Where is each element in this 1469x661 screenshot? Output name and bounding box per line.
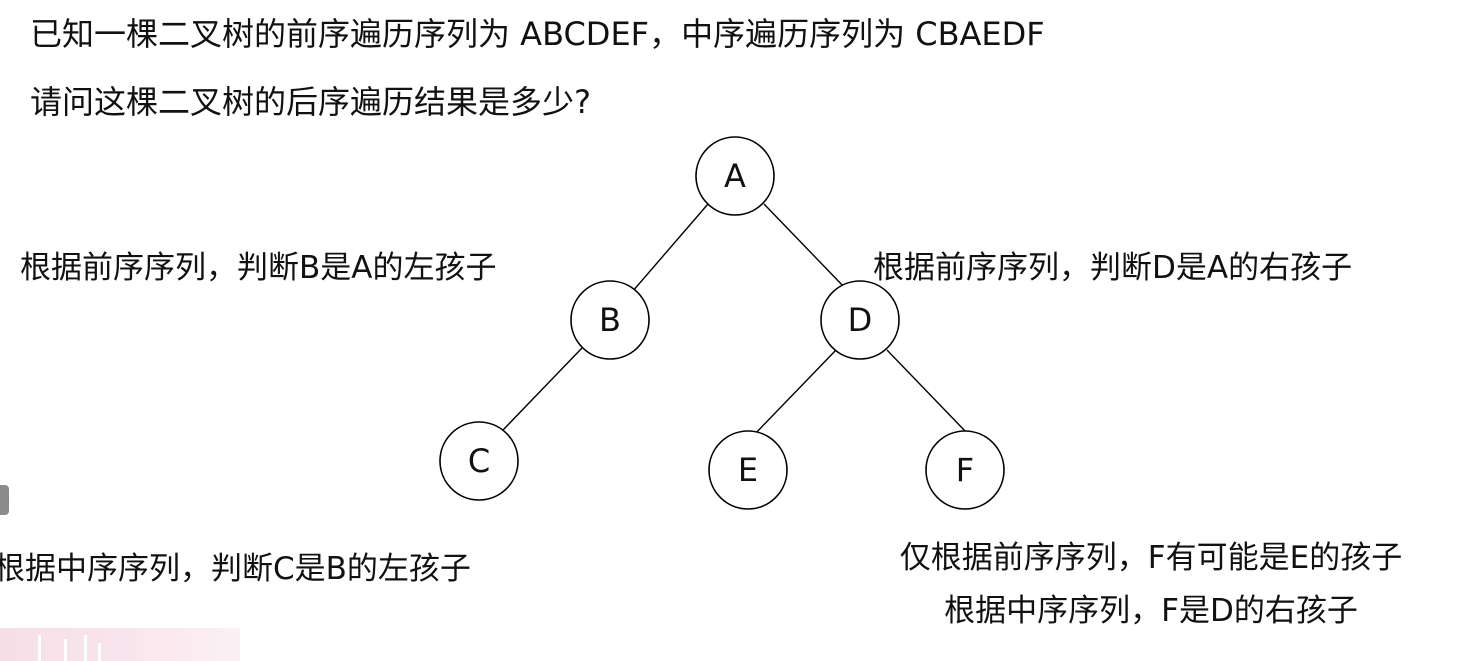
- edge-d-e: [752, 349, 837, 437]
- video-progress-artifact: [0, 628, 240, 661]
- tree-node-d: D: [820, 280, 900, 360]
- tree-node-b: B: [570, 280, 650, 360]
- node-label-b: B: [599, 301, 621, 339]
- artifact-bar: [38, 635, 41, 661]
- node-label-f: F: [956, 451, 974, 489]
- tree-node-a: A: [695, 136, 775, 216]
- edge-a-d: [763, 203, 847, 290]
- node-label-e: E: [738, 451, 758, 489]
- node-label-c: C: [468, 442, 490, 480]
- annotation-c-left-child: 根据中序序列，判断C是B的左孩子: [0, 551, 471, 587]
- edge-d-f: [886, 349, 967, 433]
- annotation-f-line-1: 仅根据前序序列，F有可能是E的孩子: [899, 540, 1403, 576]
- artifact-bar: [98, 643, 101, 661]
- tree-node-c: C: [439, 421, 519, 501]
- node-label-a: A: [724, 157, 746, 195]
- artifact-bar: [64, 639, 67, 661]
- annotation-d-right-child: 根据前序序列，判断D是A的右孩子: [873, 250, 1353, 286]
- tree-node-f: F: [925, 430, 1005, 510]
- tree-node-e: E: [708, 430, 788, 510]
- edge-a-b: [631, 203, 709, 293]
- artifact-bar: [84, 635, 87, 661]
- annotation-f-block: 仅根据前序序列，F有可能是E的孩子 根据中序序列，F是D的右孩子: [845, 532, 1457, 638]
- annotation-f-line-2: 根据中序序列，F是D的右孩子: [944, 593, 1358, 629]
- node-label-d: D: [848, 301, 873, 339]
- annotation-b-left-child: 根据前序序列，判断B是A的左孩子: [20, 250, 497, 286]
- side-handle[interactable]: [0, 485, 9, 515]
- edge-b-c: [502, 347, 583, 431]
